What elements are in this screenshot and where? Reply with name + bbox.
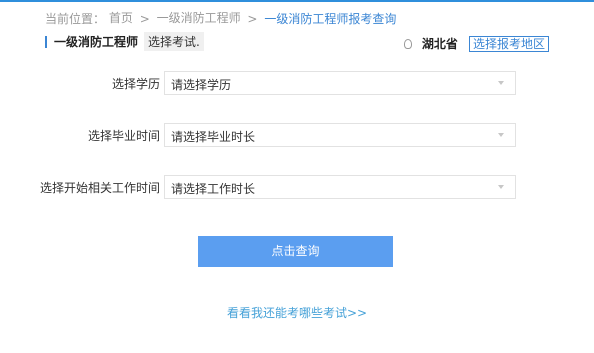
work-start-select-value: 请选择工作时长 [171,182,256,196]
region-name: 湖北省 [421,37,458,51]
graduation-label: 选择毕业时间 [87,129,160,143]
breadcrumb: 当前位置： 首页 > 一级消防工程师 > 一级消防工程师报考查询 [45,9,396,27]
work-start-select[interactable]: 请选择工作时长 [164,175,516,199]
caret-down-icon [498,133,504,137]
location-pin-icon [403,38,412,49]
education-label: 选择学历 [111,77,160,91]
caret-down-icon [498,185,504,189]
breadcrumb-prefix: 当前位置： [45,12,106,26]
breadcrumb-home-link[interactable]: 首页 [109,11,133,25]
breadcrumb-current: 一级消防工程师报考查询 [264,12,397,26]
education-row: 选择学历 请选择学历 [0,71,594,95]
top-accent-line [0,0,594,2]
education-select-value: 请选择学历 [171,78,232,92]
caret-down-icon [498,81,504,85]
work-start-label: 选择开始相关工作时间 [39,181,160,195]
breadcrumb-separator: > [139,11,150,26]
choose-exam-button[interactable]: 选择考试. [144,32,204,51]
graduation-select[interactable]: 请选择毕业时长 [164,123,516,147]
education-select[interactable]: 请选择学历 [164,71,516,95]
work-start-row: 选择开始相关工作时间 请选择工作时长 [0,175,594,199]
choose-region-button[interactable]: 选择报考地区 [468,35,549,52]
exam-header: 一级消防工程师 选择考试. 湖北省 选择报考地区 [45,32,549,52]
header-accent-bar [45,36,47,48]
graduation-select-value: 请选择毕业时长 [171,130,256,144]
more-exams-link[interactable]: 看看我还能考哪些考试>> [0,304,594,321]
region-selector: 湖北省 选择报考地区 [403,33,549,52]
exam-title: 一级消防工程师 [54,35,139,49]
breadcrumb-separator: > [247,11,258,26]
graduation-row: 选择毕业时间 请选择毕业时长 [0,123,594,147]
query-button[interactable]: 点击查询 [198,236,393,267]
breadcrumb-exam-link[interactable]: 一级消防工程师 [157,11,241,25]
